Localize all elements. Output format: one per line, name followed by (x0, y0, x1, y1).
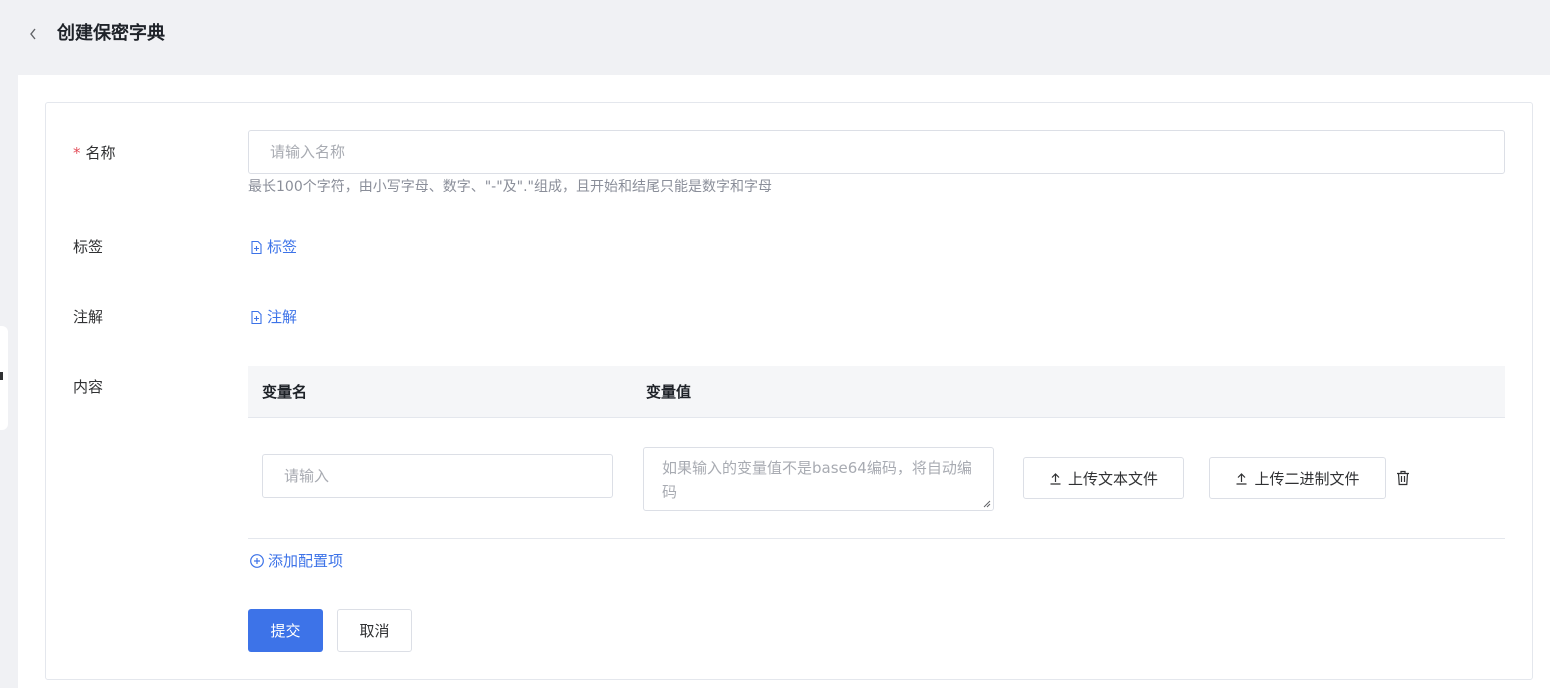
column-header-value: 变量值 (646, 383, 692, 401)
submit-button[interactable]: 提交 (248, 609, 323, 652)
sidebar-toggle-mark (0, 372, 3, 380)
delete-row-button[interactable] (1395, 469, 1411, 487)
name-label-text: 名称 (85, 144, 116, 162)
circle-plus-icon (250, 554, 264, 568)
upload-binary-file-button[interactable]: 上传二进制文件 (1209, 457, 1386, 499)
row-divider (248, 538, 1505, 539)
page-title: 创建保密字典 (57, 23, 165, 44)
add-config-item-button[interactable]: 添加配置项 (249, 551, 343, 571)
content-label: 内容 (73, 378, 104, 396)
required-mark: * (73, 144, 81, 162)
resize-handle-icon[interactable] (981, 498, 991, 508)
upload-binary-file-label: 上传二进制文件 (1254, 469, 1360, 488)
cancel-button[interactable]: 取消 (337, 609, 412, 652)
page-header: 创建保密字典 (0, 0, 1550, 70)
name-label: * 名称 (73, 143, 116, 163)
upload-text-file-button[interactable]: 上传文本文件 (1023, 457, 1184, 499)
name-help-text: 最长100个字符，由小写字母、数字、"-"及"."组成，且开始和结尾只能是数字和… (248, 179, 772, 195)
chevron-left-icon (30, 28, 36, 40)
name-input[interactable] (248, 130, 1505, 174)
add-annotation-button[interactable]: 注解 (249, 307, 297, 327)
add-label-text: 标签 (267, 238, 298, 256)
upload-text-file-label: 上传文本文件 (1067, 469, 1158, 488)
add-label-button[interactable]: 标签 (249, 237, 297, 257)
variable-value-field (643, 447, 994, 511)
back-button[interactable] (24, 24, 42, 44)
labels-label: 标签 (73, 238, 104, 256)
variable-value-textarea[interactable] (644, 448, 993, 510)
upload-icon (1236, 472, 1247, 485)
annotations-label: 注解 (73, 308, 104, 326)
upload-icon (1050, 472, 1061, 485)
trash-icon (1397, 470, 1409, 486)
column-header-key: 变量名 (262, 383, 308, 401)
file-plus-icon (251, 240, 262, 254)
add-config-item-label: 添加配置项 (268, 552, 344, 570)
variable-name-input[interactable] (262, 454, 613, 498)
add-annotation-text: 注解 (267, 308, 298, 326)
content-table-header: 变量名 变量值 (248, 366, 1505, 418)
file-plus-icon (251, 310, 262, 324)
